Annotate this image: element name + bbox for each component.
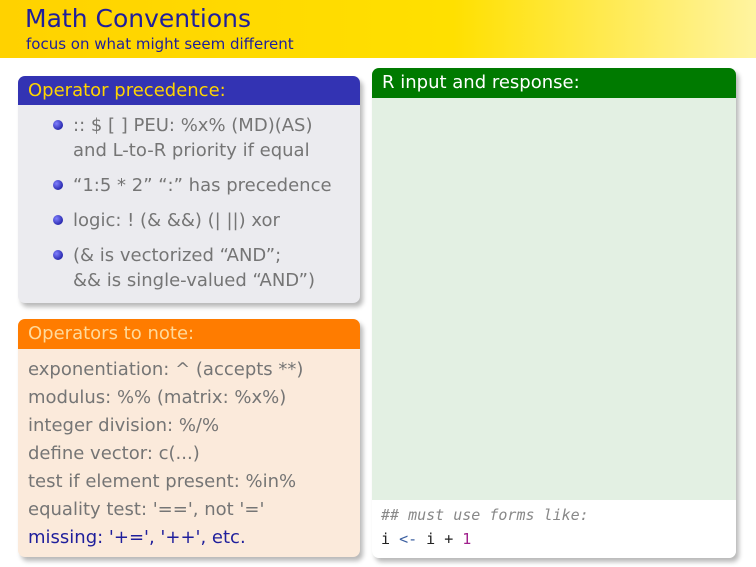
code-line: i <- i + 1 — [381, 530, 471, 548]
code-expression: i + — [426, 530, 454, 548]
operators-to-note-heading: Operators to note: — [18, 319, 360, 349]
slide-header: Math Conventions focus on what might see… — [0, 0, 756, 58]
operators-to-note-block: Operators to note: exponentiation: ^ (ac… — [18, 319, 360, 557]
list-item-line: logic: ! (& &&) (| ||) xor — [73, 210, 280, 231]
r-input-response-heading: R input and response: — [372, 68, 736, 98]
list-item: logic: ! (& &&) (| ||) xor — [18, 208, 360, 233]
code-comment: ## must use forms like: — [381, 506, 589, 524]
note-line: equality test: '==', not '=' — [28, 499, 265, 520]
note-line: exponentiation: ^ (accepts **) — [28, 359, 304, 380]
list-item-line: and L-to-R priority if equal — [73, 140, 310, 161]
operator-precedence-heading: Operator precedence: — [18, 76, 360, 105]
note-line-highlighted: missing: '+=', '++', etc. — [28, 527, 246, 548]
code-assign-operator: <- — [399, 530, 418, 548]
r-code-block: ## must use forms like: i <- i + 1 — [372, 500, 736, 558]
slide-title: Math Conventions — [25, 4, 252, 33]
list-item-line: :: $ [ ] PEU: %x% (MD)(AS) — [73, 115, 313, 136]
bullet-icon — [53, 215, 63, 225]
list-item-line: (& is vectorized “AND”; — [73, 245, 282, 266]
list-item-line: “1:5 * 2” “:” has precedence — [73, 175, 332, 196]
list-item: “1:5 * 2” “:” has precedence — [18, 173, 360, 198]
slide-subtitle: focus on what might seem different — [26, 35, 294, 53]
note-line: define vector: c(...) — [28, 443, 200, 464]
r-input-response-block: R input and response: ## must use forms … — [372, 68, 736, 558]
note-line: test if element present: %in% — [28, 471, 297, 492]
note-line: modulus: %% (matrix: %x%) — [28, 387, 287, 408]
precedence-list: :: $ [ ] PEU: %x% (MD)(AS) and L-to-R pr… — [18, 105, 360, 293]
bullet-icon — [53, 250, 63, 260]
code-variable: i — [381, 530, 391, 548]
note-line: integer division: %/% — [28, 415, 220, 436]
list-item-line: && is single-valued “AND”) — [73, 270, 316, 291]
code-number: 1 — [462, 530, 472, 548]
operator-precedence-block: Operator precedence: :: $ [ ] PEU: %x% (… — [18, 76, 360, 303]
bullet-icon — [53, 180, 63, 190]
bullet-icon — [53, 120, 63, 130]
list-item: :: $ [ ] PEU: %x% (MD)(AS) and L-to-R pr… — [18, 113, 360, 163]
operators-to-note-body: exponentiation: ^ (accepts **) modulus: … — [18, 349, 360, 552]
list-item: (& is vectorized “AND”; && is single-val… — [18, 243, 360, 293]
